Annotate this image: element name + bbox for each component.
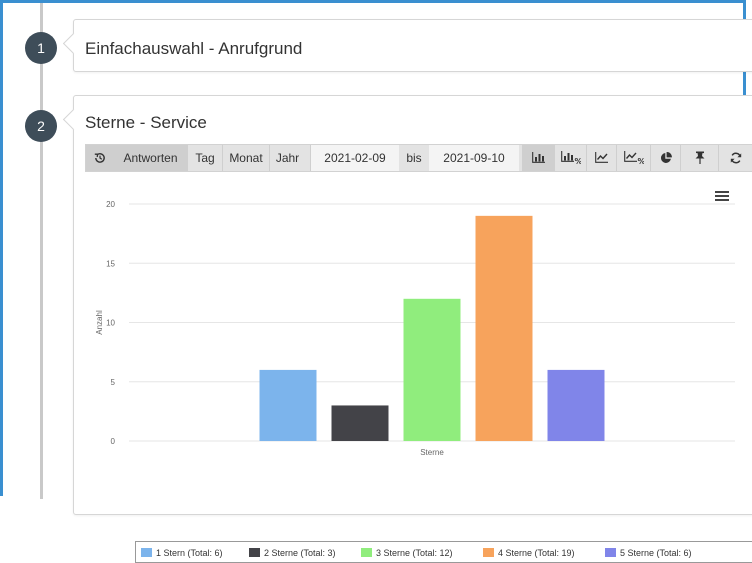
survey-frame: 1 Einfachauswahl - Anrufgrund 2 Sterne -…: [0, 0, 752, 563]
legend-swatch: [605, 548, 616, 557]
legend-label: 5 Sterne (Total: 6): [620, 548, 692, 558]
date-from-input[interactable]: 2021-02-09: [310, 145, 399, 171]
y-tick-label: 20: [106, 200, 115, 209]
legend-item-3-sterne[interactable]: 3 Sterne (Total: 12): [361, 546, 453, 560]
pie-chart-button[interactable]: [650, 145, 680, 171]
question-title-1: Einfachauswahl - Anrufgrund: [85, 39, 303, 58]
step-number-2: 2: [25, 110, 57, 142]
hamburger-menu-icon: [715, 191, 729, 201]
legend-item-5-sterne[interactable]: 5 Sterne (Total: 6): [605, 546, 692, 560]
legend-item-2-sterne[interactable]: 2 Sterne (Total: 3): [249, 546, 336, 560]
question-card-2: Sterne - Service Antworten Tag Monat Jah…: [73, 95, 752, 563]
history-button[interactable]: [86, 145, 114, 171]
legend-item-1-stern[interactable]: 1 Stern (Total: 6): [141, 546, 223, 560]
line-chart-percent-icon: %: [623, 151, 645, 166]
history-icon: [94, 153, 105, 163]
legend-label: 2 Sterne (Total: 3): [264, 548, 336, 558]
refresh-button[interactable]: [718, 145, 752, 171]
legend-label: 4 Sterne (Total: 19): [498, 548, 575, 558]
legend-label: 3 Sterne (Total: 12): [376, 548, 453, 558]
timeline-line: [40, 3, 43, 499]
legend-swatch: [141, 548, 152, 557]
bar: [475, 215, 533, 441]
bar-chart-button[interactable]: [522, 145, 554, 171]
bar-chart: 0 5 10 15 20 Anzahl Sterne 1 Stern (Total: 6) …: [85, 176, 752, 563]
svg-text:%: %: [574, 157, 581, 164]
month-button[interactable]: Monat: [222, 145, 269, 171]
chart-menu-button[interactable]: [715, 189, 731, 203]
bar: [331, 405, 389, 441]
legend-swatch: [249, 548, 260, 557]
day-button[interactable]: Tag: [187, 145, 222, 171]
y-tick-label: 10: [106, 319, 115, 328]
legend-swatch: [483, 548, 494, 557]
legend-item-4-sterne[interactable]: 4 Sterne (Total: 19): [483, 546, 575, 560]
y-axis-title: Anzahl: [95, 310, 104, 335]
bar: [403, 298, 461, 441]
pin-icon: [695, 151, 704, 164]
line-chart-button[interactable]: [586, 145, 616, 171]
line-chart-percent-button[interactable]: %: [616, 145, 650, 171]
bar-chart-percent-icon: %: [560, 151, 582, 166]
until-label: bis: [406, 151, 422, 165]
refresh-icon: [730, 152, 741, 164]
step-number-1: 1: [25, 32, 57, 64]
year-button[interactable]: Jahr: [269, 145, 305, 171]
y-tick-label: 15: [106, 259, 115, 268]
line-chart-icon: [595, 152, 608, 163]
date-to-input[interactable]: 2021-09-10: [429, 145, 519, 171]
bar: [547, 369, 605, 441]
pie-chart-icon: [660, 151, 672, 163]
x-axis-title: Sterne: [420, 448, 444, 457]
question-title-2: Sterne - Service: [85, 113, 207, 132]
pin-button[interactable]: [680, 145, 718, 171]
y-tick-label: 0: [111, 437, 116, 446]
chart-legend: 1 Stern (Total: 6) 2 Sterne (Total: 3) 3…: [135, 541, 752, 563]
legend-label: 1 Stern (Total: 6): [156, 548, 223, 558]
bar-chart-percent-button[interactable]: %: [554, 145, 586, 171]
question-card-1[interactable]: Einfachauswahl - Anrufgrund: [73, 19, 752, 72]
y-tick-label: 5: [111, 378, 116, 387]
legend-swatch: [361, 548, 372, 557]
chart-toolbar: Antworten Tag Monat Jahr 2021-02-09 bis …: [85, 144, 752, 172]
answers-button[interactable]: Antworten: [114, 145, 187, 171]
bar: [259, 369, 317, 441]
bar-chart-icon: [532, 152, 545, 163]
chart-canvas: 0 5 10 15 20 Anzahl Sterne: [95, 200, 735, 457]
svg-text:%: %: [637, 157, 644, 164]
